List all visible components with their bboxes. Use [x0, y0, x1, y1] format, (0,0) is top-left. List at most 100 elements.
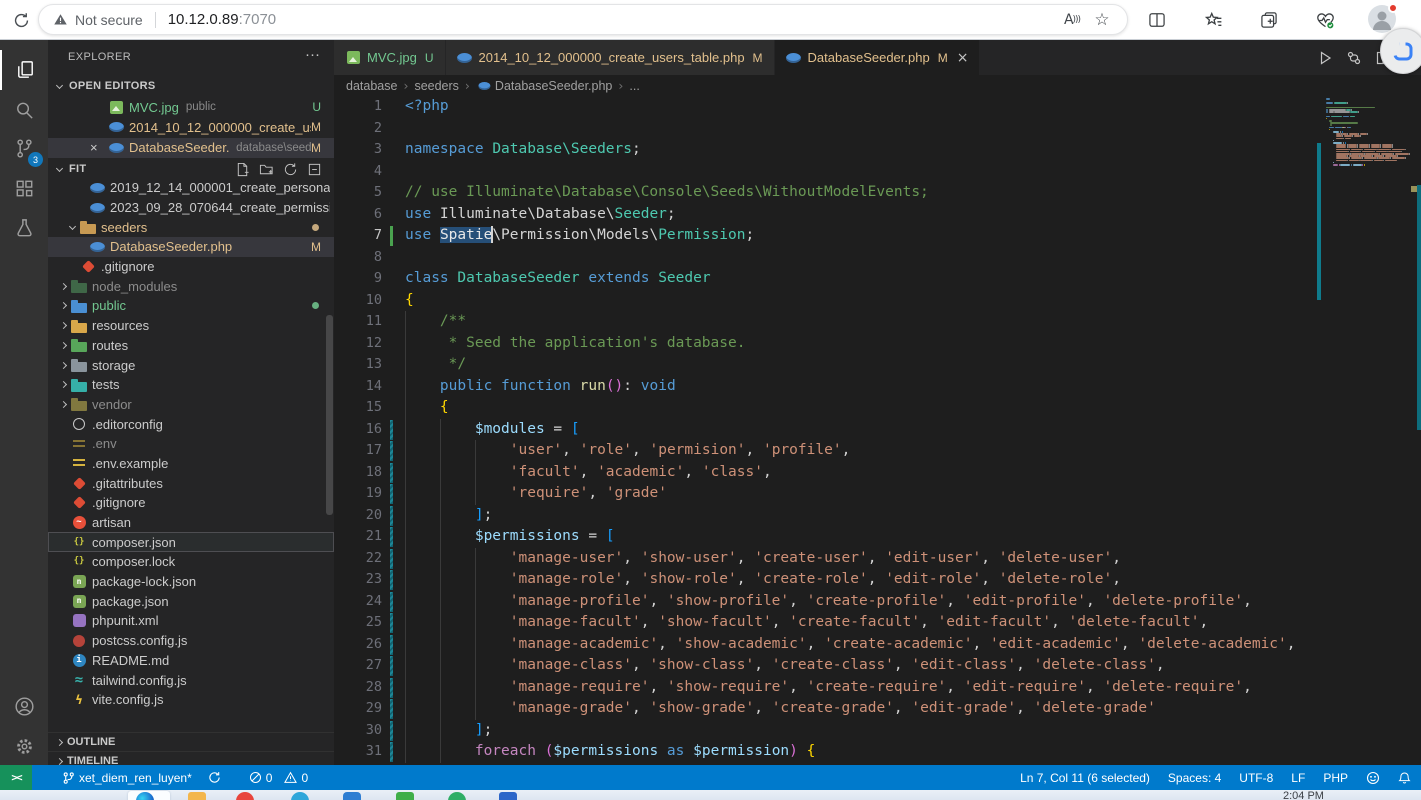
problems-status[interactable]: 0 0: [249, 771, 308, 785]
search-icon[interactable]: [0, 90, 48, 130]
remote-indicator[interactable]: ><: [0, 765, 32, 790]
code-line[interactable]: 12 * Seed the application's database.: [334, 333, 1421, 355]
tree-item[interactable]: node_modules: [48, 276, 334, 296]
open-editor-item[interactable]: ×DatabaseSeeder.phpdatabase\seedersM: [48, 138, 334, 158]
close-icon[interactable]: ×: [90, 140, 108, 155]
code-line[interactable]: 11 /**: [334, 311, 1421, 333]
tree-item[interactable]: ~artisan: [48, 513, 334, 533]
tree-item[interactable]: {}composer.json: [48, 532, 334, 552]
code-line[interactable]: 3namespace Database\Seeders;: [334, 139, 1421, 161]
code-line[interactable]: 9class DatabaseSeeder extends Seeder: [334, 268, 1421, 290]
notifications-bell-icon[interactable]: [1398, 771, 1411, 785]
code-line[interactable]: 31 foreach ($permissions as $permission)…: [334, 741, 1421, 763]
blue-app-icon[interactable]: [343, 792, 361, 800]
favorites-icon[interactable]: [1196, 6, 1230, 34]
explorer-icon[interactable]: [0, 50, 48, 90]
tree-item[interactable]: .gitignore: [48, 493, 334, 513]
section-timeline[interactable]: TIMELINE: [48, 751, 334, 765]
open-editor-item[interactable]: MVC.jpgpublicU: [48, 97, 334, 117]
more-actions-icon[interactable]: ···: [305, 46, 320, 63]
status-item[interactable]: Ln 7, Col 11 (6 selected): [1020, 771, 1150, 785]
code-line[interactable]: 16 $modules = [: [334, 419, 1421, 441]
telegram-icon[interactable]: [291, 792, 309, 800]
breadcrumb-item[interactable]: ...: [629, 79, 639, 93]
section-outline[interactable]: OUTLINE: [48, 732, 334, 751]
breadcrumb-item[interactable]: seeders: [414, 79, 458, 93]
settings-gear-icon[interactable]: [0, 726, 48, 766]
tree-item[interactable]: routes: [48, 336, 334, 356]
sync-status[interactable]: [208, 771, 221, 784]
run-button[interactable]: [1317, 50, 1333, 66]
folder-icon[interactable]: [188, 792, 206, 800]
collapse-all-icon[interactable]: [307, 162, 322, 177]
breadcrumb[interactable]: database›seeders›DatabaseSeeder.php›...: [334, 75, 1421, 96]
browser-essentials-icon[interactable]: [1308, 6, 1342, 34]
open-changes-icon[interactable]: [1346, 50, 1362, 66]
extensions-icon[interactable]: [0, 168, 48, 208]
open-editor-item[interactable]: 2014_10_12_000000_create_users_table...M: [48, 117, 334, 137]
status-item[interactable]: LF: [1291, 771, 1305, 785]
tree-item[interactable]: vendor: [48, 395, 334, 415]
sidebar-scrollbar[interactable]: [326, 315, 333, 515]
code-line[interactable]: 30 ];: [334, 720, 1421, 742]
tree-item[interactable]: npackage-lock.json: [48, 572, 334, 592]
new-file-icon[interactable]: [235, 162, 250, 177]
green-circle-app-icon[interactable]: [448, 792, 466, 800]
section-workspace[interactable]: FIT: [48, 158, 334, 180]
tree-item[interactable]: postcss.config.js: [48, 631, 334, 651]
code-line[interactable]: 29 'manage-grade', 'show-grade', 'create…: [334, 698, 1421, 720]
editor-tab[interactable]: 2014_10_12_000000_create_users_table.php…: [446, 40, 774, 75]
tree-item[interactable]: iREADME.md: [48, 651, 334, 671]
code-line[interactable]: 28 'manage-require', 'show-require', 'cr…: [334, 677, 1421, 699]
new-folder-icon[interactable]: [259, 162, 274, 177]
editor-tab[interactable]: DatabaseSeeder.phpM×: [775, 40, 980, 75]
tree-item[interactable]: npackage.json: [48, 591, 334, 611]
git-branch-status[interactable]: xet_diem_ren_luyen*: [62, 771, 192, 785]
breadcrumb-item[interactable]: database: [346, 79, 397, 93]
status-item[interactable]: PHP: [1323, 771, 1348, 785]
code-line[interactable]: 14 public function run(): void: [334, 376, 1421, 398]
tree-item[interactable]: .gitattributes: [48, 473, 334, 493]
tree-item[interactable]: public: [48, 296, 334, 316]
code-line[interactable]: 13 */: [334, 354, 1421, 376]
breadcrumb-item[interactable]: DatabaseSeeder.php: [495, 79, 612, 93]
refresh-icon[interactable]: [283, 162, 298, 177]
tree-item[interactable]: DatabaseSeeder.phpM: [48, 237, 334, 257]
tree-item[interactable]: {}composer.lock: [48, 552, 334, 572]
accounts-icon[interactable]: [0, 686, 48, 726]
floating-widget[interactable]: [1380, 28, 1421, 74]
tree-item[interactable]: storage: [48, 355, 334, 375]
tree-item[interactable]: tests: [48, 375, 334, 395]
tree-item[interactable]: .env.example: [48, 454, 334, 474]
code-editor[interactable]: 1<?php23namespace Database\Seeders;45// …: [334, 96, 1421, 765]
red-app-icon[interactable]: [236, 792, 254, 800]
code-line[interactable]: 10{: [334, 290, 1421, 312]
code-line[interactable]: 15 {: [334, 397, 1421, 419]
collections-icon[interactable]: [1252, 6, 1286, 34]
split-screen-icon[interactable]: [1140, 6, 1174, 34]
code-line[interactable]: 18 'facult', 'academic', 'class',: [334, 462, 1421, 484]
url-host[interactable]: 10.12.0.89: [168, 11, 239, 28]
code-line[interactable]: 7use Spatie\Permission\Models\Permission…: [334, 225, 1421, 247]
code-line[interactable]: 22 'manage-user', 'show-user', 'create-u…: [334, 548, 1421, 570]
tree-item[interactable]: .gitignore: [48, 257, 334, 277]
code-line[interactable]: 24 'manage-profile', 'show-profile', 'cr…: [334, 591, 1421, 613]
status-item[interactable]: Spaces: 4: [1168, 771, 1221, 785]
blue-square-app-icon[interactable]: [499, 792, 517, 800]
taskbar-clock[interactable]: 2:04 PM: [1283, 790, 1324, 800]
code-line[interactable]: 26 'manage-academic', 'show-academic', '…: [334, 634, 1421, 656]
tree-item[interactable]: seeders: [48, 217, 334, 237]
favorite-star-icon[interactable]: ☆: [1087, 10, 1117, 30]
code-line[interactable]: 1<?php: [334, 96, 1421, 118]
code-line[interactable]: 4: [334, 161, 1421, 183]
url-port[interactable]: :7070: [239, 11, 277, 28]
code-line[interactable]: 27 'manage-class', 'show-class', 'create…: [334, 655, 1421, 677]
tree-item[interactable]: phpunit.xml: [48, 611, 334, 631]
code-line[interactable]: 23 'manage-role', 'show-role', 'create-r…: [334, 569, 1421, 591]
tree-item[interactable]: ≈tailwind.config.js: [48, 670, 334, 690]
security-label[interactable]: Not secure: [75, 12, 143, 28]
editor-tab[interactable]: MVC.jpgU: [334, 40, 445, 75]
feedback-icon[interactable]: [1366, 771, 1380, 785]
testing-icon[interactable]: [0, 208, 48, 248]
tree-item[interactable]: .env: [48, 434, 334, 454]
